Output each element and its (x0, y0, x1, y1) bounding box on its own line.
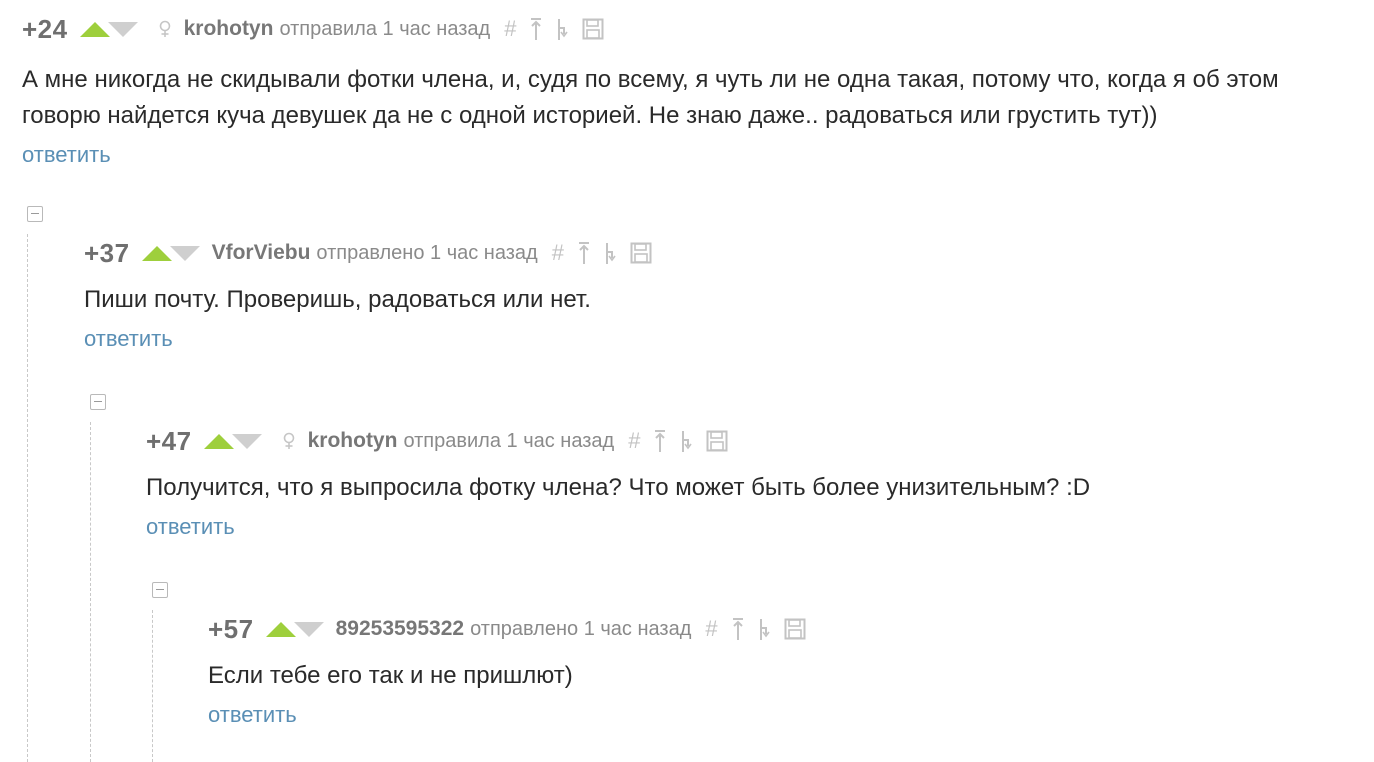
comment-author[interactable]: 89253595322 (336, 617, 464, 641)
vote-controls (79, 21, 138, 37)
arrow-up-icon[interactable] (141, 245, 172, 261)
comment: +24 krohotyn отправила 1 час назад # А м… (22, 14, 1352, 168)
comment: +47 krohotyn отправила 1 час назад # Пол… (146, 426, 1346, 540)
comment-timestamp: отправлено 1 час назад (470, 617, 692, 640)
save-icon[interactable] (630, 242, 652, 264)
reply-link[interactable]: ответить (208, 702, 297, 728)
arrow-up-icon[interactable] (265, 621, 296, 637)
save-icon[interactable] (582, 18, 604, 40)
hash-icon[interactable]: # (552, 242, 564, 264)
branch-icon[interactable] (556, 17, 569, 41)
go-to-parent-icon[interactable] (530, 17, 542, 41)
go-to-parent-icon[interactable] (654, 429, 666, 453)
hash-icon[interactable]: # (705, 618, 717, 640)
hash-icon[interactable]: # (628, 430, 640, 452)
female-icon (282, 432, 296, 450)
comment-text: А мне никогда не скидывали фотки члена, … (22, 66, 1279, 129)
comment: +57 89253595322 отправлено 1 час назад #… (208, 614, 1348, 728)
reply-link[interactable]: ответить (146, 514, 235, 540)
branch-icon[interactable] (680, 429, 693, 453)
hash-icon[interactable]: # (504, 18, 516, 40)
comment-rating: +47 (146, 425, 192, 456)
arrow-down-icon[interactable] (293, 621, 324, 637)
comment: +37 VforViebu отправлено 1 час назад # П… (84, 238, 1344, 352)
arrow-up-icon[interactable] (79, 21, 110, 37)
comment-timestamp: отправила 1 час назад (279, 17, 491, 40)
comment-text: Пиши почту. Проверишь, радоваться или не… (84, 286, 591, 313)
comment-timestamp: отправила 1 час назад (403, 429, 615, 452)
arrow-up-icon[interactable] (203, 433, 234, 449)
collapse-toggle[interactable] (27, 206, 43, 222)
comment-author[interactable]: VforViebu (212, 241, 311, 265)
comment-timestamp: отправлено 1 час назад (316, 241, 538, 264)
comment-header: +24 krohotyn отправила 1 час назад # (22, 14, 1352, 44)
go-to-parent-icon[interactable] (732, 617, 744, 641)
save-icon[interactable] (784, 618, 806, 640)
vote-controls (265, 621, 324, 637)
comment-author[interactable]: krohotyn (184, 17, 274, 41)
comment-author[interactable]: krohotyn (308, 429, 398, 453)
collapse-toggle[interactable] (90, 394, 106, 410)
reply-link[interactable]: ответить (84, 326, 173, 352)
thread-line (27, 234, 28, 762)
comment-rating: +57 (208, 613, 254, 644)
comment-header: +37 VforViebu отправлено 1 час назад # (84, 238, 1344, 268)
reply-link[interactable]: ответить (22, 142, 111, 168)
save-icon[interactable] (706, 430, 728, 452)
comment-header: +57 89253595322 отправлено 1 час назад # (208, 614, 1348, 644)
comment-header: +47 krohotyn отправила 1 час назад # (146, 426, 1346, 456)
go-to-parent-icon[interactable] (578, 241, 590, 265)
collapse-toggle[interactable] (152, 582, 168, 598)
female-icon (158, 20, 172, 38)
arrow-down-icon[interactable] (107, 21, 138, 37)
arrow-down-icon[interactable] (169, 245, 200, 261)
branch-icon[interactable] (604, 241, 616, 265)
thread-line (90, 422, 91, 762)
arrow-down-icon[interactable] (231, 433, 262, 449)
vote-controls (141, 245, 200, 261)
comment-text: Если тебе его так и не пришлют) (208, 662, 573, 689)
comment-text: Получится, что я выпросила фотку члена? … (146, 474, 1091, 501)
comment-rating: +37 (84, 237, 130, 268)
vote-controls (203, 433, 262, 449)
thread-line (152, 610, 153, 762)
branch-icon[interactable] (758, 617, 770, 641)
comment-rating: +24 (22, 13, 68, 44)
